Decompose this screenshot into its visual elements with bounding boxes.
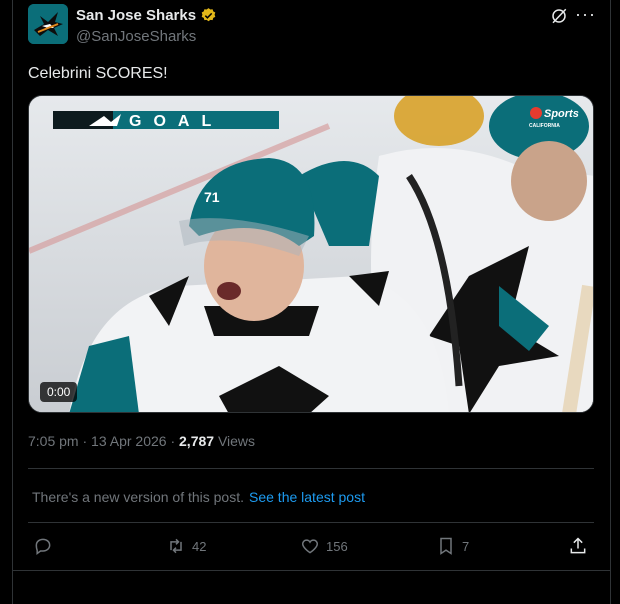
meta-separator: · <box>170 433 176 449</box>
share-icon <box>570 537 586 554</box>
sharks-logo-icon <box>28 4 68 44</box>
divider <box>12 570 611 571</box>
bookmark-count: 7 <box>462 538 470 554</box>
account-name[interactable]: San Jose Sharks <box>76 7 217 24</box>
jersey-number-text: 71 <box>204 189 220 205</box>
bookmark-icon <box>440 537 452 555</box>
post-time[interactable]: 7:05 pm <box>28 433 79 449</box>
notice-text: There's a new version of this post. <box>32 489 244 505</box>
avatar[interactable] <box>28 4 68 44</box>
reply-icon <box>35 538 51 555</box>
account-handle[interactable]: @SanJoseSharks <box>76 28 196 45</box>
like-count: 156 <box>326 538 348 554</box>
goal-banner-text: GOAL <box>129 113 223 130</box>
account-name-text[interactable]: San Jose Sharks <box>76 7 196 24</box>
divider <box>28 468 594 469</box>
bookmark-button[interactable]: 7 <box>436 536 469 556</box>
views-count: 2,787 <box>179 433 215 449</box>
see-latest-post-link[interactable]: See the latest post <box>249 489 365 505</box>
repost-count: 42 <box>192 538 207 554</box>
broadcaster-name: Sports <box>544 108 579 120</box>
repost-button[interactable]: 42 <box>166 536 206 556</box>
broadcaster-region: CALIFORNIA <box>529 123 560 129</box>
verified-badge-icon <box>201 8 216 22</box>
post-text: Celebrini SCORES! <box>28 65 168 82</box>
reply-button[interactable] <box>33 536 53 556</box>
new-version-notice: There's a new version of this post. See t… <box>32 489 365 505</box>
video-time: 0:00 <box>40 382 78 402</box>
repost-icon <box>170 538 182 554</box>
like-button[interactable]: 156 <box>300 536 348 556</box>
views-label: Views <box>217 433 256 449</box>
video-player[interactable]: 71 GOAL Sports CALIFORNIA <box>28 95 594 413</box>
video-frame: 71 GOAL Sports CALIFORNIA <box>29 96 593 412</box>
grok-icon[interactable] <box>550 7 568 25</box>
post-meta: 7:05 pm · 13 Apr 2026 · 2,787 Views <box>28 433 255 449</box>
divider <box>28 522 594 523</box>
more-options-icon[interactable]: ··· <box>575 4 596 25</box>
post-date[interactable]: 13 Apr 2026 <box>91 433 167 449</box>
heart-icon <box>301 539 319 554</box>
share-button[interactable] <box>568 536 588 556</box>
meta-separator: · <box>82 433 88 449</box>
